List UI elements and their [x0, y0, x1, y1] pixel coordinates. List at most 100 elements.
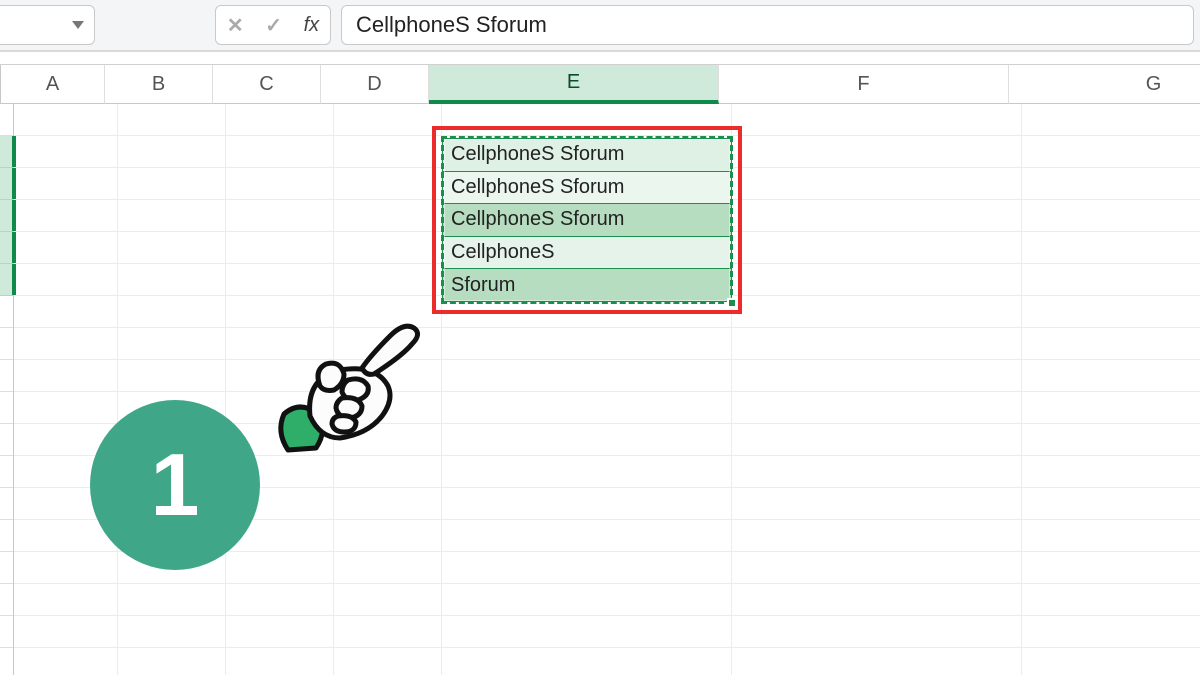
cell[interactable] [14, 104, 118, 136]
table-row[interactable]: Sforum [442, 269, 732, 302]
row-header[interactable] [0, 168, 13, 200]
cell[interactable] [226, 264, 334, 296]
cell[interactable] [732, 648, 1022, 675]
row-header[interactable] [0, 200, 13, 232]
cell[interactable] [1022, 392, 1200, 424]
column-header-G[interactable]: G [1009, 65, 1200, 104]
cell[interactable] [1022, 168, 1200, 200]
cell[interactable] [1022, 200, 1200, 232]
fx-icon[interactable]: fx [304, 14, 320, 37]
cell[interactable] [1022, 136, 1200, 168]
cell[interactable] [1022, 552, 1200, 584]
cell[interactable] [226, 168, 334, 200]
cell[interactable] [442, 424, 732, 456]
cell[interactable] [334, 488, 442, 520]
cell[interactable] [118, 328, 226, 360]
cell[interactable] [118, 360, 226, 392]
cell[interactable] [732, 456, 1022, 488]
row-header[interactable] [0, 456, 13, 488]
cell[interactable] [732, 520, 1022, 552]
styled-table[interactable]: CellphoneS SforumCellphoneS SforumCellph… [442, 138, 732, 302]
column-header-D[interactable]: D [321, 65, 429, 104]
cell[interactable] [118, 104, 226, 136]
cell[interactable] [1022, 616, 1200, 648]
cell[interactable] [118, 232, 226, 264]
column-header-E[interactable]: E [429, 65, 719, 104]
cell[interactable] [14, 136, 118, 168]
row-header[interactable] [0, 584, 13, 616]
chevron-down-icon[interactable] [72, 21, 84, 29]
cell[interactable] [442, 456, 732, 488]
cell[interactable] [334, 232, 442, 264]
cell[interactable] [118, 264, 226, 296]
cell[interactable] [334, 552, 442, 584]
cell[interactable] [442, 328, 732, 360]
cell[interactable] [442, 552, 732, 584]
cell[interactable] [1022, 488, 1200, 520]
cell[interactable] [442, 520, 732, 552]
row-header[interactable] [0, 520, 13, 552]
cell[interactable] [732, 584, 1022, 616]
row-header[interactable] [0, 136, 13, 168]
cell[interactable] [14, 328, 118, 360]
cell[interactable] [14, 168, 118, 200]
cell[interactable] [1022, 584, 1200, 616]
cell[interactable] [732, 360, 1022, 392]
cell[interactable] [732, 104, 1022, 136]
cell[interactable] [14, 232, 118, 264]
cell[interactable] [334, 264, 442, 296]
cell[interactable] [1022, 648, 1200, 675]
row-header[interactable] [0, 552, 13, 584]
cell[interactable] [732, 200, 1022, 232]
cell[interactable] [732, 136, 1022, 168]
column-header-F[interactable]: F [719, 65, 1009, 104]
cell[interactable] [1022, 328, 1200, 360]
cell[interactable] [118, 584, 226, 616]
cell[interactable] [334, 200, 442, 232]
cell[interactable] [334, 616, 442, 648]
cell[interactable] [442, 584, 732, 616]
column-header-B[interactable]: B [105, 65, 213, 104]
column-header-C[interactable]: C [213, 65, 321, 104]
row-header[interactable] [0, 296, 13, 328]
cell[interactable] [226, 616, 334, 648]
cell[interactable] [442, 392, 732, 424]
cell[interactable] [14, 296, 118, 328]
cell[interactable] [118, 200, 226, 232]
cell[interactable] [442, 360, 732, 392]
cell[interactable] [442, 488, 732, 520]
table-row[interactable]: CellphoneS Sforum [442, 172, 732, 205]
cell[interactable] [732, 616, 1022, 648]
cell[interactable] [226, 648, 334, 675]
cell[interactable] [226, 584, 334, 616]
cell[interactable] [442, 104, 732, 136]
cell[interactable] [334, 136, 442, 168]
cell[interactable] [732, 232, 1022, 264]
cell[interactable] [732, 264, 1022, 296]
row-header[interactable] [0, 488, 13, 520]
cell[interactable] [442, 616, 732, 648]
cell[interactable] [226, 552, 334, 584]
cell[interactable] [118, 168, 226, 200]
accept-icon[interactable]: ✓ [265, 13, 282, 38]
cell[interactable] [1022, 520, 1200, 552]
column-header-A[interactable]: A [1, 65, 105, 104]
cell[interactable] [118, 616, 226, 648]
cell[interactable] [118, 136, 226, 168]
cell[interactable] [118, 296, 226, 328]
cell[interactable] [732, 552, 1022, 584]
cell[interactable] [14, 360, 118, 392]
cell[interactable] [14, 200, 118, 232]
cell[interactable] [14, 552, 118, 584]
cell[interactable] [1022, 232, 1200, 264]
cell[interactable] [1022, 360, 1200, 392]
name-box[interactable]: e2 [0, 5, 95, 45]
row-header[interactable] [0, 328, 13, 360]
cell[interactable] [334, 648, 442, 675]
cell[interactable] [732, 488, 1022, 520]
cell[interactable] [732, 392, 1022, 424]
cell[interactable] [334, 104, 442, 136]
row-header[interactable] [0, 392, 13, 424]
cell[interactable] [1022, 424, 1200, 456]
cell[interactable] [14, 616, 118, 648]
